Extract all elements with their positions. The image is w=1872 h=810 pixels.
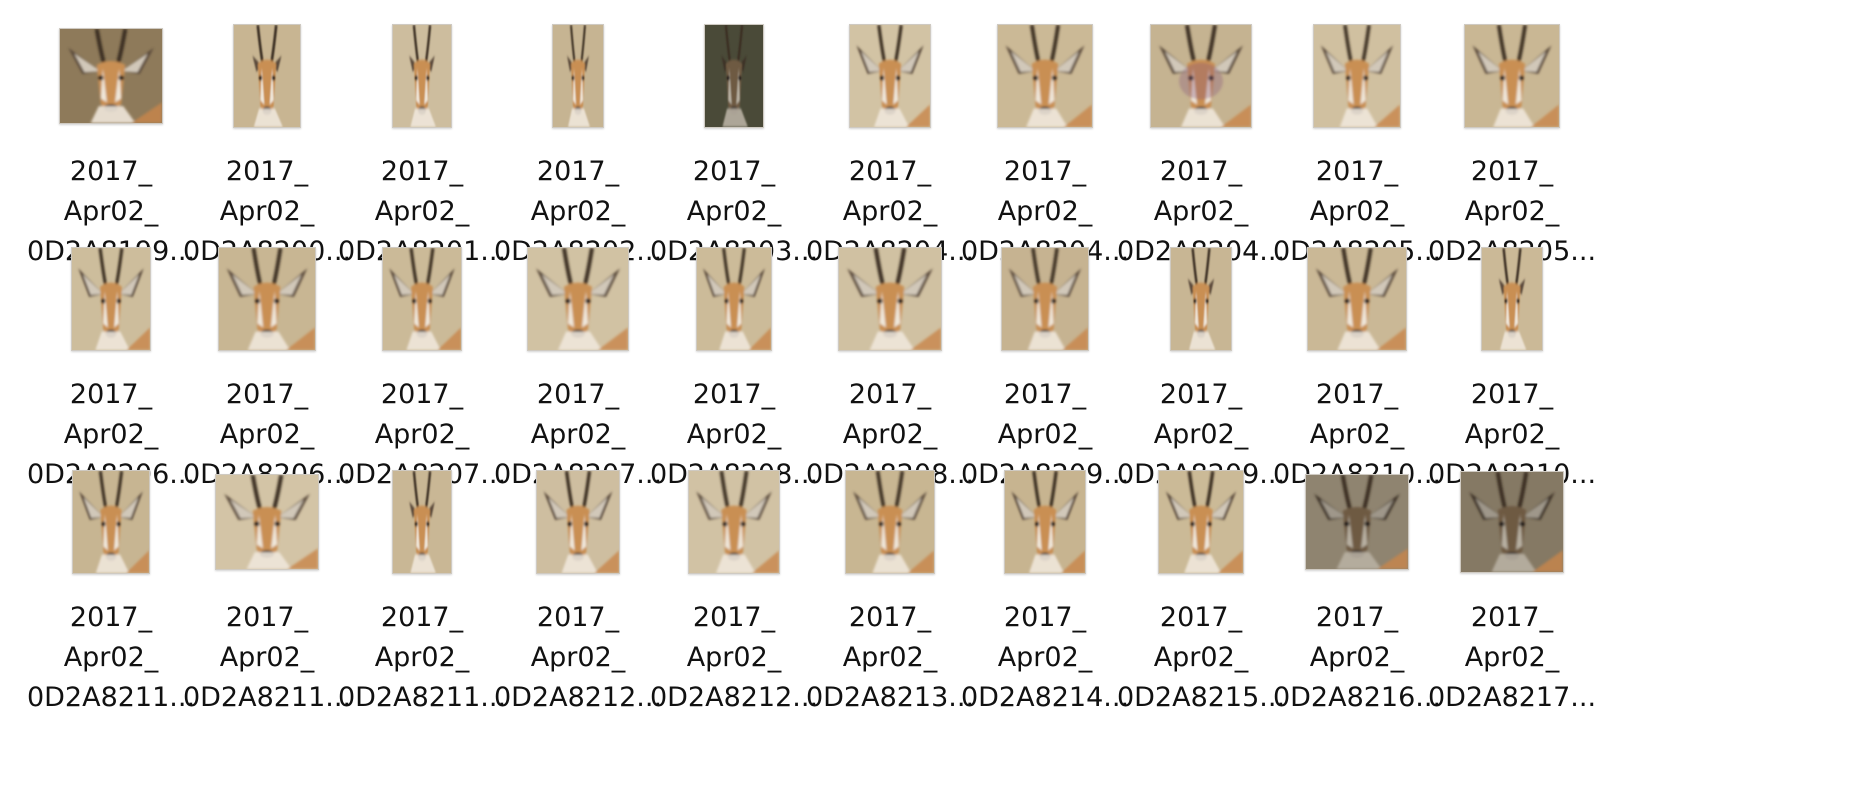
file-name-line2: Apr02_ xyxy=(1464,642,1560,673)
image-thumbnail[interactable] xyxy=(1460,471,1564,573)
image-thumbnail[interactable] xyxy=(1464,24,1560,128)
file-name-line3: 0D2A8217... xyxy=(1427,682,1597,713)
file-grid: 2017_Apr02_0D2A8199...2017_Apr02_0D2A820… xyxy=(0,0,1872,810)
image-thumbnail[interactable] xyxy=(1313,24,1401,128)
image-thumbnail[interactable] xyxy=(382,247,462,351)
image-thumbnail[interactable] xyxy=(392,470,452,574)
image-thumbnail[interactable] xyxy=(233,24,301,128)
image-thumbnail[interactable] xyxy=(688,470,780,574)
image-thumbnail[interactable] xyxy=(845,470,935,574)
image-thumbnail[interactable] xyxy=(1150,24,1252,128)
image-thumbnail[interactable] xyxy=(71,247,151,351)
image-thumbnail[interactable] xyxy=(536,470,620,574)
image-thumbnail[interactable] xyxy=(997,24,1093,128)
file-name-label: 2017_ Apr02_ 0D2A8217... xyxy=(1419,598,1605,718)
thumbnail-wrapper xyxy=(1419,456,1605,588)
image-thumbnail[interactable] xyxy=(392,24,452,128)
image-thumbnail[interactable] xyxy=(1307,247,1407,351)
thumbnail-wrapper xyxy=(1419,10,1605,142)
image-thumbnail[interactable] xyxy=(527,247,629,351)
image-thumbnail[interactable] xyxy=(1001,247,1089,351)
thumbnail-wrapper xyxy=(1419,233,1605,365)
file-name-line1: 2017_ xyxy=(1470,156,1554,187)
image-thumbnail[interactable] xyxy=(849,24,931,128)
image-thumbnail[interactable] xyxy=(1170,247,1232,351)
file-name-line1: 2017_ xyxy=(1470,379,1554,410)
file-name-line2: Apr02_ xyxy=(1464,196,1560,227)
file-item[interactable]: 2017_ Apr02_ 0D2A8217... xyxy=(1419,456,1605,714)
image-thumbnail[interactable] xyxy=(1004,470,1086,574)
image-thumbnail[interactable] xyxy=(218,247,316,351)
image-thumbnail[interactable] xyxy=(1481,247,1543,351)
file-item[interactable]: 2017_Apr02_0D2A8205... xyxy=(1419,10,1605,268)
image-thumbnail[interactable] xyxy=(1158,470,1244,574)
image-thumbnail[interactable] xyxy=(1305,474,1409,570)
image-thumbnail[interactable] xyxy=(72,470,150,574)
image-thumbnail[interactable] xyxy=(552,24,604,128)
file-item[interactable]: 2017_Apr02_0D2A8210... xyxy=(1419,233,1605,491)
file-name-line1: 2017_ xyxy=(1470,602,1554,633)
image-thumbnail[interactable] xyxy=(696,247,772,351)
image-thumbnail[interactable] xyxy=(215,474,319,570)
file-name-line2: Apr02_ xyxy=(1464,419,1560,450)
image-thumbnail[interactable] xyxy=(59,28,163,124)
image-thumbnail[interactable] xyxy=(704,24,764,128)
image-thumbnail[interactable] xyxy=(838,247,942,351)
